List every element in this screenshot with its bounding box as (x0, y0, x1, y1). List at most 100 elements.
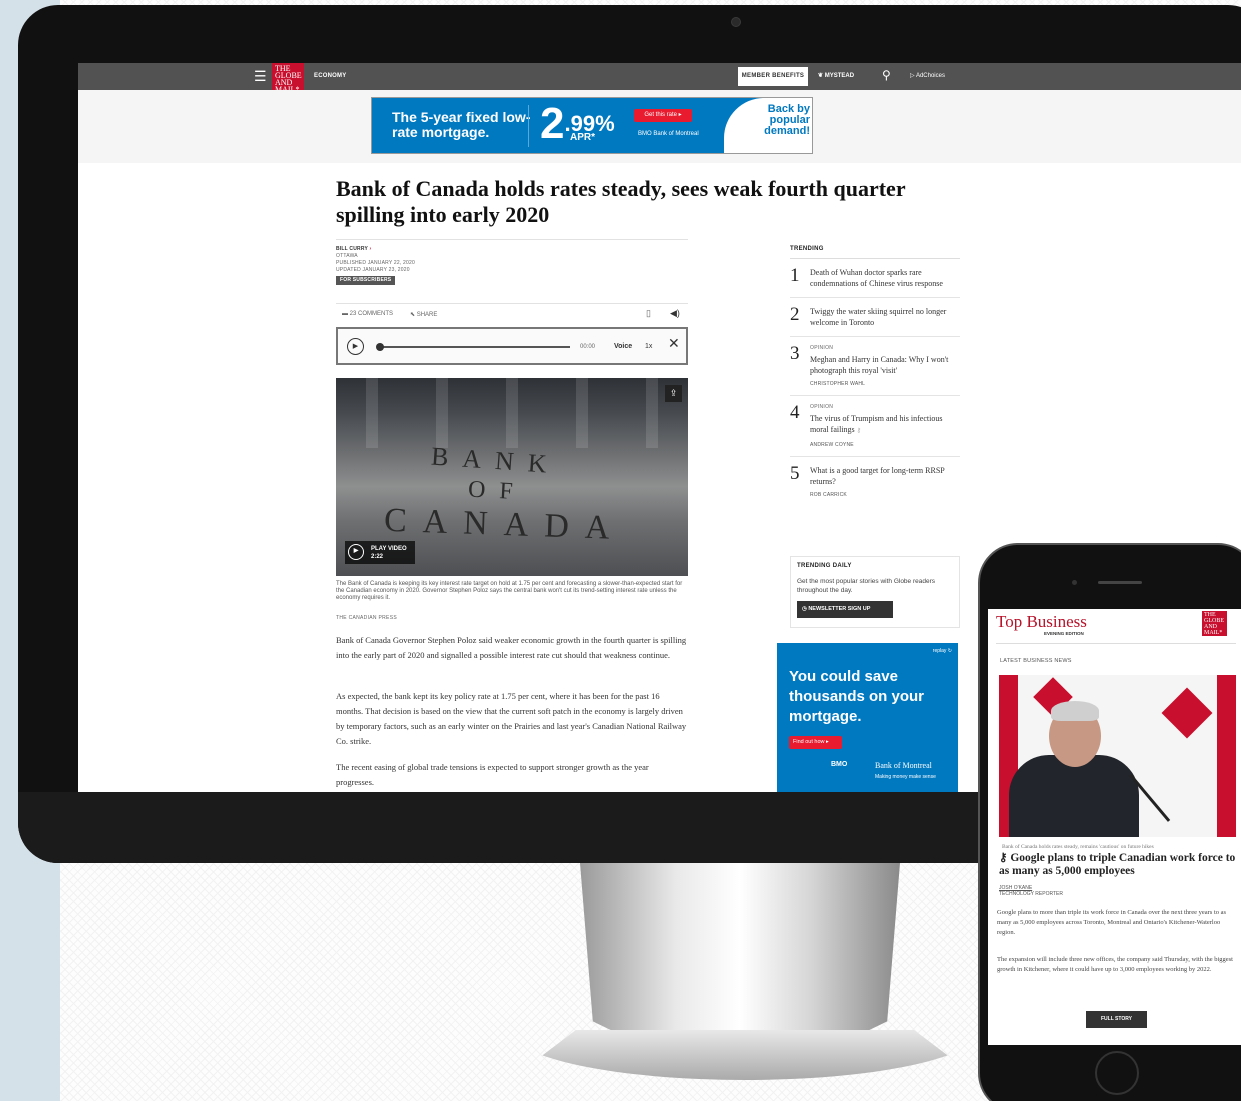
search-icon[interactable]: ⚲ (882, 68, 891, 82)
comments-button[interactable]: ▬ 23 COMMENTS (342, 311, 393, 317)
bank-tagline: Making money make sense (875, 774, 936, 780)
ad-headline: The 5-year fixed low-rate mortgage. (392, 109, 531, 140)
share-arrow-icon: ⬉ (410, 312, 417, 318)
trending-item[interactable]: 4 OPINION The virus of Trumpism and his … (790, 396, 960, 457)
audio-progress-track[interactable] (382, 346, 570, 348)
newsletter-edition: EVENING EDITION (1044, 631, 1084, 636)
ad-divider (528, 105, 529, 147)
get-this-rate-button[interactable]: Get this rate ▸ (634, 109, 692, 122)
photo-person-hair (1051, 701, 1099, 721)
article-toolbar: ▬ 23 COMMENTS ⬉ SHARE ▯ ◀) (336, 303, 688, 323)
bookmark-icon[interactable]: ▯ (646, 308, 651, 319)
trending-daily-desc: Get the most popular stories with Globe … (797, 578, 936, 594)
find-out-how-button[interactable]: Find out how ▸ (789, 736, 842, 749)
subscribers-badge: FOR SUBSCRIBERS (336, 276, 396, 285)
share-label: SHARE (416, 312, 438, 318)
play-video-button[interactable]: ▶ PLAY VIDEO 2:22 (345, 541, 415, 564)
adchoices-link[interactable]: ▷ AdChoices (910, 72, 945, 79)
side-ad[interactable]: replay ↻ You could save thousands on you… (777, 643, 958, 792)
share-button[interactable]: ⬉ SHARE (410, 311, 437, 318)
voice-button[interactable]: Voice (614, 343, 632, 350)
trending-title: Twiggy the water skiing squirrel no long… (810, 307, 947, 327)
author-link[interactable]: BILL CURRY › (336, 246, 688, 253)
trending-rank: 1 (790, 265, 800, 286)
trending-title: The virus of Trumpism and his infectious… (810, 413, 960, 437)
location: OTTAWA (336, 253, 358, 259)
phone-logo: THE GLOBE AND MAIL* (1202, 611, 1227, 636)
trending-author: CHRISTOPHER WAHL (810, 381, 866, 387)
adchoices-label: AdChoices (915, 73, 945, 79)
trending-item[interactable]: 3 OPINION Meghan and Harry in Canada: Wh… (790, 337, 960, 396)
mystead-link[interactable]: ❦ MYSTEAD (818, 72, 854, 79)
updated-date: UPDATED JANUARY 23, 2020 (336, 267, 410, 273)
trending-item[interactable]: 1 Death of Wuhan doctor sparks rare cond… (790, 259, 960, 298)
opinion-label: OPINION (810, 404, 834, 410)
trending-rank: 3 (790, 343, 800, 364)
speaker-icon[interactable]: ◀) (670, 308, 680, 319)
trending-rank: 5 (790, 463, 800, 484)
newsletter-signup-button[interactable]: ◷ NEWSLETTER SIGN UP (797, 601, 893, 618)
menu-icon[interactable]: ☰ (254, 68, 267, 85)
photo-engraving: CANADA (383, 501, 627, 548)
ad-replay-link[interactable]: replay ↻ (933, 648, 952, 654)
close-icon[interactable]: ✕ (668, 335, 680, 352)
phone-camera (1072, 580, 1077, 585)
published-date: PUBLISHED JANUARY 22, 2020 (336, 260, 415, 266)
speed-button[interactable]: 1x (645, 343, 652, 350)
byline: BILL CURRY › OTTAWA PUBLISHED JANUARY 22… (336, 239, 688, 285)
trending-title: Death of Wuhan doctor sparks rare condem… (810, 268, 943, 288)
top-nav: ☰ THE GLOBE AND MAIL* ECONOMY MEMBER BEN… (78, 63, 1241, 95)
trending-author: ANDREW COYNE (810, 442, 854, 448)
mystead-label: MYSTEAD (824, 73, 855, 79)
comments-label: 23 COMMENTS (349, 311, 394, 317)
phone-headline[interactable]: ⚷ Google plans to triple Canadian work f… (999, 852, 1239, 878)
phone-divider (996, 643, 1236, 644)
replay-icon: ↻ (947, 648, 952, 654)
phone-author-role: TECHNOLOGY REPORTER (999, 891, 1063, 897)
member-benefits-button[interactable]: MEMBER BENEFITS (738, 67, 808, 86)
imac-camera (731, 17, 741, 27)
phone-screen: Top Business EVENING EDITION THE GLOBE A… (988, 609, 1241, 1045)
trending-item[interactable]: 2 Twiggy the water skiing squirrel no lo… (790, 298, 960, 337)
newsletter-title: Top Business (996, 612, 1087, 631)
trending-title: What is a good target for long-term RRSP… (810, 466, 945, 486)
full-story-button[interactable]: FULL STORY (1086, 1011, 1147, 1028)
trending-heading: TRENDING (790, 246, 960, 259)
chevron-right-icon: › (367, 246, 372, 252)
photo-engraving: OF (467, 476, 528, 506)
trending-title-text: The virus of Trumpism and his infectious… (810, 414, 943, 434)
article-paragraph: As expected, the bank kept its key polic… (336, 691, 687, 746)
trending-author: ROB CARRICK (810, 492, 847, 498)
video-length: 2:22 (371, 554, 384, 560)
phone-photo-caption: Bank of Canada holds rates steady, remai… (1002, 844, 1154, 850)
maple-leaf-icon: ❦ (818, 73, 825, 79)
play-video-label: PLAY VIDEO (371, 546, 407, 552)
article-photo[interactable]: BANK OF CANADA ⇪ ▶ PLAY VIDEO 2:22 (336, 378, 688, 576)
article-headline: Bank of Canada holds rates steady, sees … (336, 176, 906, 227)
top-banner-ad[interactable]: The 5-year fixed low-rate mortgage. 2.99… (371, 97, 813, 154)
trending-title: Meghan and Harry in Canada: Why I won't … (810, 355, 949, 375)
trending-rank: 4 (790, 402, 800, 423)
trending-list: TRENDING 1 Death of Wuhan doctor sparks … (790, 246, 960, 506)
play-icon[interactable]: ▶ (347, 338, 364, 355)
section-label[interactable]: ECONOMY (314, 73, 346, 79)
photo-person (1009, 755, 1139, 837)
trending-item[interactable]: 5 What is a good target for long-term RR… (790, 457, 960, 506)
article-paragraph: The recent easing of global trade tensio… (336, 762, 649, 787)
bmo-label: BMO (831, 761, 848, 768)
phone-paragraph: The expansion will include three new off… (997, 956, 1233, 973)
photo-caption: The Bank of Canada is keeping its key in… (336, 581, 683, 601)
phone-news-photo[interactable] (999, 675, 1236, 837)
audio-scrubber-handle[interactable] (376, 343, 384, 351)
author-name: BILL CURRY (336, 246, 368, 252)
phone-home-button (1095, 1051, 1139, 1095)
side-ad-headline: You could save thousands on your mortgag… (789, 668, 924, 725)
newsletter-signup-label: NEWSLETTER SIGN UP (808, 606, 871, 612)
ad-bank-name: BMO Bank of Montreal (638, 131, 699, 137)
photo-columns (336, 378, 688, 448)
phone-speaker (1098, 581, 1142, 584)
phone-author: JOSH O'KANE TECHNOLOGY REPORTER (999, 885, 1063, 897)
photo-share-icon[interactable]: ⇪ (665, 385, 682, 402)
bank-name: Bank of Montreal (875, 761, 932, 770)
play-icon: ▶ (348, 544, 364, 560)
